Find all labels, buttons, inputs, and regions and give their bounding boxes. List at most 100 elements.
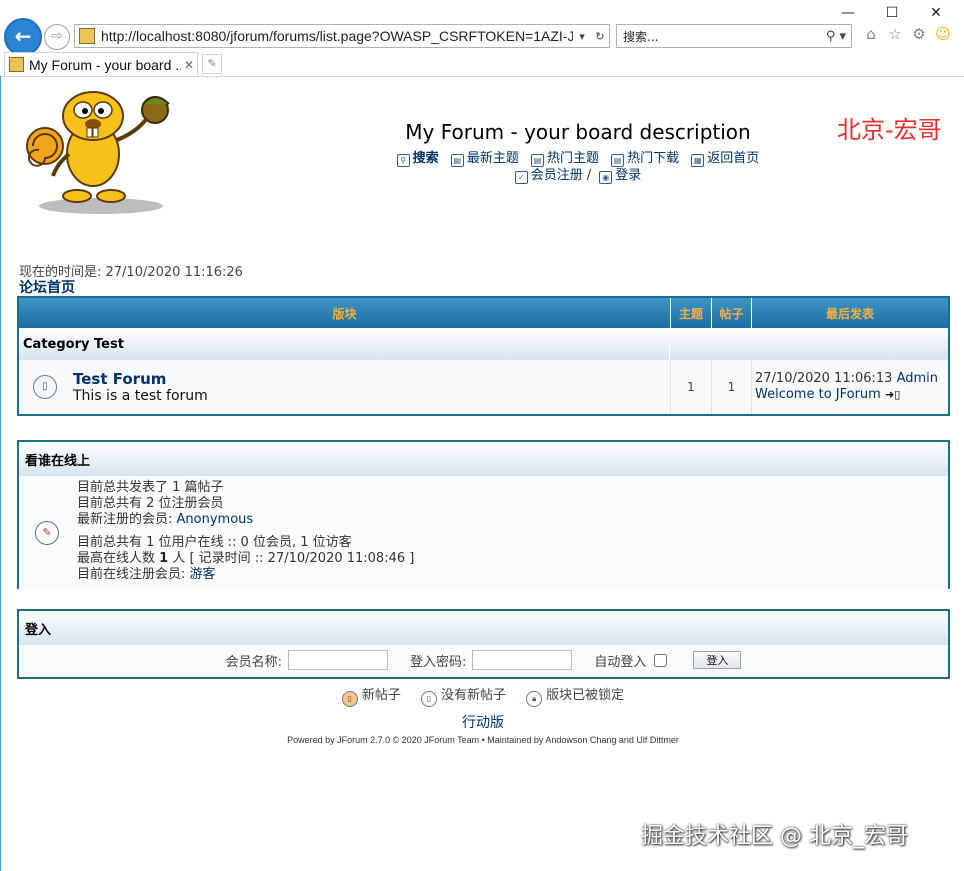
legend-no-new-posts: ▯ 没有新帖子: [420, 688, 506, 707]
online-members-line: 目前在线注册会员: 游客: [77, 567, 414, 583]
search-input[interactable]: 搜索...: [617, 28, 821, 45]
header-topics: 主题: [671, 298, 712, 328]
max-online-count: 1: [159, 551, 169, 566]
tab-title: My Forum - your board ...: [29, 56, 181, 73]
new-tab-button[interactable]: ✎: [202, 54, 222, 74]
whos-online-title: 看谁在线上: [19, 442, 948, 476]
last-post-user-link[interactable]: Admin: [897, 371, 938, 386]
auto-login-label: 自动登入: [594, 654, 647, 670]
whos-online-panel: 看谁在线上 ✎ 目前总共发表了 1 篇帖子 目前总共有 2 位注册会员 最新注册…: [17, 440, 950, 589]
browser-toolbar: ⌂ ☆ ⚙ ☺: [862, 25, 952, 43]
forward-button[interactable]: ⇨: [44, 24, 70, 50]
username-field[interactable]: [287, 650, 388, 670]
nav-search-label: 搜索: [412, 151, 439, 166]
tab-favicon-icon: [9, 57, 24, 72]
browser-search-box[interactable]: 搜索... ⚲ ▾: [616, 24, 852, 48]
last-post-title-link[interactable]: Welcome to JForum: [755, 387, 881, 402]
back-button[interactable]: ←: [4, 18, 42, 56]
nav-hot-downloads-link[interactable]: ▤ 热门下载: [611, 151, 680, 167]
nav-hot-downloads-label: 热门下载: [627, 151, 680, 166]
lock-icon: 🔒︎: [526, 691, 543, 707]
address-dropdown-icon[interactable]: ▾: [573, 30, 591, 43]
forum-name-link[interactable]: Test Forum: [73, 370, 208, 388]
register-checkbox-icon: ✓: [514, 171, 528, 184]
maximize-button[interactable]: ☐: [870, 2, 914, 24]
forum-posts-count: 1: [712, 360, 752, 414]
jforum-beaver-logo-icon[interactable]: [23, 84, 175, 216]
max-online-suffix: 人 [ 记录时间 :: 27/10/2020 11:08:46 ]: [168, 551, 415, 566]
watermark: 掘金技术社区 @ 北京_宏哥: [641, 824, 908, 849]
reload-icon[interactable]: ↻: [591, 30, 609, 43]
back-home-icon: ▦: [691, 154, 705, 167]
legend-no-new-posts-label: 没有新帖子: [440, 688, 506, 703]
login-button[interactable]: 登入: [693, 651, 742, 669]
whos-online-body: ✎ 目前总共发表了 1 篇帖子 目前总共有 2 位注册会员 最新注册的会员: A…: [19, 476, 948, 589]
online-icon-cell: ✎: [19, 476, 75, 589]
feedback-smiley-icon[interactable]: ☺: [934, 25, 952, 43]
goto-last-post-icon[interactable]: ➜▯: [885, 388, 900, 401]
legend-locked: 🔒︎ 版块已被锁定: [526, 688, 625, 707]
home-icon[interactable]: ⌂: [862, 25, 880, 43]
legend-locked-label: 版块已被锁定: [546, 688, 625, 703]
newest-member-link[interactable]: Anonymous: [177, 512, 254, 527]
last-post-time: 27/10/2020 11:06:13: [755, 371, 893, 386]
hot-downloads-icon: ▤: [611, 154, 625, 167]
breadcrumb-forum-home[interactable]: 论坛首页: [19, 277, 75, 297]
password-label: 登入密码:: [409, 654, 467, 670]
powered-by-footer: Powered by JForum 2.7.0 © 2020 JForum Te…: [287, 735, 679, 745]
address-bar[interactable]: http://localhost:8080/jforum/forums/list…: [74, 24, 610, 48]
table-header-row: 版块 主题 帖子 最后发表: [19, 298, 948, 328]
login-form: 会员名称: 登入密码: 自动登入 登入: [19, 645, 948, 675]
search-icon[interactable]: ⚲ ▾: [821, 29, 851, 44]
mobile-version-link[interactable]: 行动版: [1, 712, 964, 732]
nav-hot-topics-label: 热门主题: [546, 151, 599, 166]
nav-login-label: 登录: [615, 168, 642, 183]
nav-hot-topics-link[interactable]: ▤ 热门主题: [530, 151, 599, 167]
newest-member-label: 最新注册的会员:: [77, 512, 177, 527]
search-icon: ⚲: [396, 154, 410, 167]
recent-topics-icon: ▤: [450, 154, 464, 167]
nav-register-label: 会员注册: [530, 168, 583, 183]
nav-back-home-label: 返回首页: [707, 151, 760, 166]
forum-description: This is a test forum: [73, 388, 208, 404]
author-tag: 北京-宏哥: [837, 116, 942, 144]
nav-back-home-link[interactable]: ▦ 返回首页: [691, 151, 760, 167]
nav-register-link[interactable]: ✓ 会员注册: [514, 168, 583, 184]
table-row: ▯ Test Forum This is a test forum 1 1 27…: [19, 360, 948, 414]
header-last-post: 最后发表: [825, 306, 874, 321]
legend-new-posts-label: 新帖子: [361, 688, 401, 703]
address-text[interactable]: http://localhost:8080/jforum/forums/list…: [101, 28, 573, 44]
tab-close-icon[interactable]: ✕: [181, 58, 197, 72]
favorites-star-icon[interactable]: ☆: [886, 25, 904, 43]
total-users-text: 目前总共有 2 位注册会员: [77, 496, 224, 511]
legend-new-posts: ▯ 新帖子: [341, 688, 401, 707]
settings-gear-icon[interactable]: ⚙: [910, 25, 928, 43]
online-members-link[interactable]: 游客: [190, 567, 216, 582]
tab-my-forum[interactable]: My Forum - your board ... ✕: [4, 52, 198, 76]
online-members-label: 目前在线注册会员:: [77, 567, 190, 582]
auto-login-checkbox[interactable]: [654, 653, 668, 667]
window-controls: — ☐ ✕: [826, 2, 958, 24]
nav-recent-topics-link[interactable]: ▤ 最新主题: [450, 151, 519, 167]
total-posts-text: 目前总共发表了 1 篇帖子: [77, 480, 224, 495]
login-title: 登入: [19, 611, 948, 645]
top-navigation: ⚲ 搜索 ▤ 最新主题 ▤ 热门主题 ▤ 热门下载 ▦ 返回首页 ✓ 会员注册 / ◉ 登录: [341, 150, 815, 184]
nav-login-link[interactable]: ◉ 登录: [599, 168, 642, 184]
minimize-button[interactable]: —: [826, 2, 870, 24]
no-new-posts-folder-icon: ▯: [420, 691, 437, 707]
new-posts-folder-icon: ▯: [341, 691, 358, 707]
tab-strip: My Forum - your board ... ✕ ✎: [0, 52, 964, 77]
password-field[interactable]: [472, 650, 573, 670]
login-panel: 登入 会员名称: 登入密码: 自动登入 登入: [17, 609, 950, 679]
close-window-button[interactable]: ✕: [914, 2, 958, 24]
nav-search-link[interactable]: ⚲ 搜索: [396, 151, 439, 167]
forum-list-table: 版块 主题 帖子 最后发表 Category Test ▯ Test Forum…: [17, 296, 950, 416]
category-name[interactable]: Category Test: [19, 328, 670, 360]
header-forum: 版块: [19, 298, 671, 328]
category-row: Category Test: [19, 328, 948, 360]
hot-topics-icon: ▤: [530, 154, 544, 167]
forum-cell: ▯ Test Forum This is a test forum: [19, 360, 671, 414]
page-content: My Forum - your board description 北京-宏哥 …: [0, 76, 964, 871]
nav-separator: /: [586, 168, 592, 183]
